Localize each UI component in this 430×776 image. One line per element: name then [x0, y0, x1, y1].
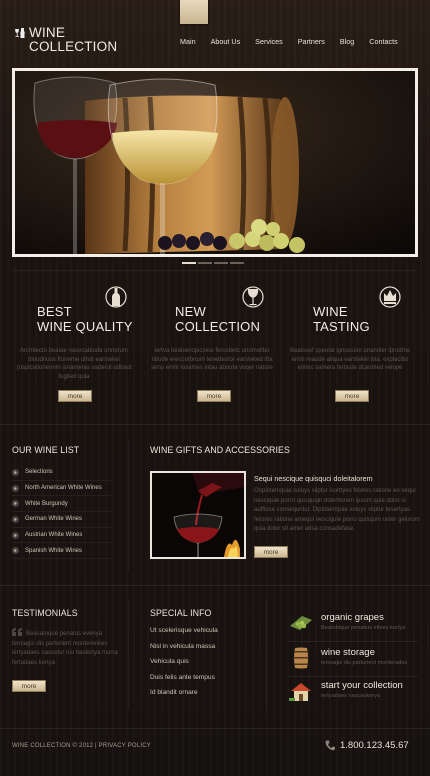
special-info-link[interactable]: Vehicula quis — [150, 658, 260, 674]
special-info-link[interactable]: Duis felis ante tempus — [150, 674, 260, 690]
slider-dot-1[interactable] — [182, 262, 196, 264]
wine-list-label: Selections — [25, 469, 53, 476]
house-icon — [289, 683, 311, 701]
slider-dot-4[interactable] — [230, 262, 244, 264]
special-info-link[interactable]: Id blandit ornare — [150, 689, 260, 705]
wine-list-item[interactable]: Selections — [12, 465, 112, 481]
special-info-heading: SPECIAL INFO — [150, 608, 212, 618]
column-divider — [128, 600, 129, 710]
column-divider — [128, 440, 129, 570]
wine-list-heading: OUR WINE LIST — [12, 445, 80, 455]
feature-title-line-2: TASTING — [313, 319, 370, 334]
divider — [0, 585, 430, 586]
divider — [288, 676, 418, 677]
main-nav: Main About Us Services Partners Blog Con… — [180, 37, 413, 46]
more-button-testimonials[interactable]: more — [12, 680, 46, 692]
nav-partners[interactable]: Partners — [298, 37, 325, 46]
nav-about-us[interactable]: About Us — [211, 37, 241, 46]
promo-title[interactable]: start your collection — [321, 680, 403, 691]
divider — [0, 424, 430, 425]
wine-list-item[interactable]: North American White Wines — [12, 481, 112, 497]
wine-list: Selections North American White Wines Wh… — [12, 465, 112, 560]
phone-icon — [325, 740, 335, 751]
logo-line-2: COLLECTION — [29, 39, 118, 54]
slider-dot-3[interactable] — [214, 262, 228, 264]
wine-list-item[interactable]: Spanish White Wines — [12, 543, 112, 560]
promo-text: iertyadaes nascaukerya — [321, 693, 381, 699]
wine-logo-icon — [15, 28, 25, 38]
wine-list-item[interactable]: Austrian White Wines — [12, 528, 112, 544]
feature-description: Iertva beatoeropicoloe ferusbetc unomoll… — [151, 348, 273, 372]
footer: WINE COLLECTION © 2012 | PRIVACY POLICY … — [0, 728, 430, 776]
nav-contacts[interactable]: Contacts — [369, 37, 397, 46]
promo-text: Beatubique penatius eltees kertya — [321, 625, 406, 631]
special-info-list: Ut scelerisque vehicula Nisl in vehicula… — [150, 627, 260, 705]
logo-line-1: WINE — [29, 25, 66, 40]
special-info-link[interactable]: Ut scelerisque vehicula — [150, 627, 260, 643]
special-info-link[interactable]: Nisl in vehicula massa — [150, 643, 260, 659]
wine-list-label: Spanish White Wines — [25, 547, 83, 554]
more-button-feature-2[interactable]: more — [197, 390, 231, 402]
wine-list-item[interactable]: White Burgundy — [12, 496, 112, 513]
gift-image-wine-pour — [150, 471, 246, 559]
feature-title-line-2: WINE QUALITY — [37, 319, 133, 334]
arrow-bullet-icon — [12, 500, 19, 508]
promo-organic-grapes[interactable]: organic grapes Beatubique penatius eltee… — [288, 612, 428, 642]
more-button-feature-1[interactable]: more — [58, 390, 92, 402]
hero-image-wine-glasses-barrel — [15, 71, 415, 254]
promo-wine-storage[interactable]: wine storage tenoagis dis parturient mon… — [288, 647, 428, 677]
wine-list-label: German White Wines — [25, 516, 83, 523]
feature-new-collection: NEW COLLECTION Iertva beatoeropicoloe fe… — [150, 284, 274, 373]
testimonial-text: Beasatoque penatus everiya tenoagis dis … — [12, 631, 118, 666]
arrow-bullet-icon — [12, 515, 19, 523]
top-ribbon-tab — [180, 0, 208, 24]
page-background: WINE COLLECTION Main About Us Services P… — [0, 0, 430, 776]
hero-slider[interactable] — [12, 68, 418, 257]
wine-bottle-icon — [105, 286, 127, 308]
footer-copyright[interactable]: WINE COLLECTION © 2012 | PRIVACY POLICY — [12, 743, 151, 749]
logo[interactable]: WINE COLLECTION — [14, 26, 117, 54]
barrel-icon — [293, 647, 309, 669]
feature-description: Architecto beatae nasecabluda unnorum di… — [16, 348, 132, 381]
promo-title[interactable]: organic grapes — [321, 612, 384, 623]
arrow-bullet-icon — [12, 547, 19, 555]
more-button-gifts[interactable]: more — [254, 546, 288, 558]
arrow-bullet-icon — [12, 531, 19, 539]
wine-list-label: White Burgundy — [25, 500, 68, 507]
more-button-feature-3[interactable]: more — [335, 390, 369, 402]
wine-list-label: Austrian White Wines — [25, 532, 83, 539]
feature-wine-tasting: WINE TASTING Beatosef speolat ignussion … — [288, 284, 412, 373]
feature-best-wine-quality: BEST WINE QUALITY Architecto beatae nase… — [12, 284, 136, 382]
arrow-bullet-icon — [12, 484, 19, 492]
footer-phone[interactable]: 1.800.123.45.67 — [340, 740, 409, 751]
header: WINE COLLECTION Main About Us Services P… — [0, 0, 430, 62]
arrow-bullet-icon — [12, 468, 19, 476]
slider-pagination — [182, 262, 246, 264]
wine-list-label: North American White Wines — [25, 485, 102, 492]
gift-title[interactable]: Sequi nescique quisquci doleitalorem — [254, 474, 424, 483]
column-divider — [266, 600, 267, 710]
divider — [12, 270, 418, 271]
testimonials-heading: TESTIMONIALS — [12, 608, 78, 618]
slider-dot-2[interactable] — [198, 262, 212, 264]
wine-list-item[interactable]: German White Wines — [12, 512, 112, 528]
promo-start-collection[interactable]: start your collection iertyadaes nascauk… — [288, 680, 428, 710]
nav-blog[interactable]: Blog — [340, 37, 354, 46]
gifts-heading: WINE GIFTS AND ACCESSORIES — [150, 445, 290, 455]
promo-title[interactable]: wine storage — [321, 647, 375, 658]
promo-text: tenoagis dis parturient monterades — [321, 660, 408, 666]
feature-description: Beatosef speolat ignussion unanoler ipro… — [289, 348, 411, 372]
nav-services[interactable]: Services — [255, 37, 283, 46]
feature-title-line-2: COLLECTION — [175, 319, 261, 334]
wine-crown-icon — [379, 286, 401, 308]
nav-main[interactable]: Main — [180, 37, 196, 46]
divider — [288, 641, 418, 642]
gift-description: Onplotemquia voluys siiptur isorttyes fo… — [254, 488, 420, 533]
wine-glass-icon — [242, 286, 264, 308]
grapes-icon — [290, 616, 312, 630]
